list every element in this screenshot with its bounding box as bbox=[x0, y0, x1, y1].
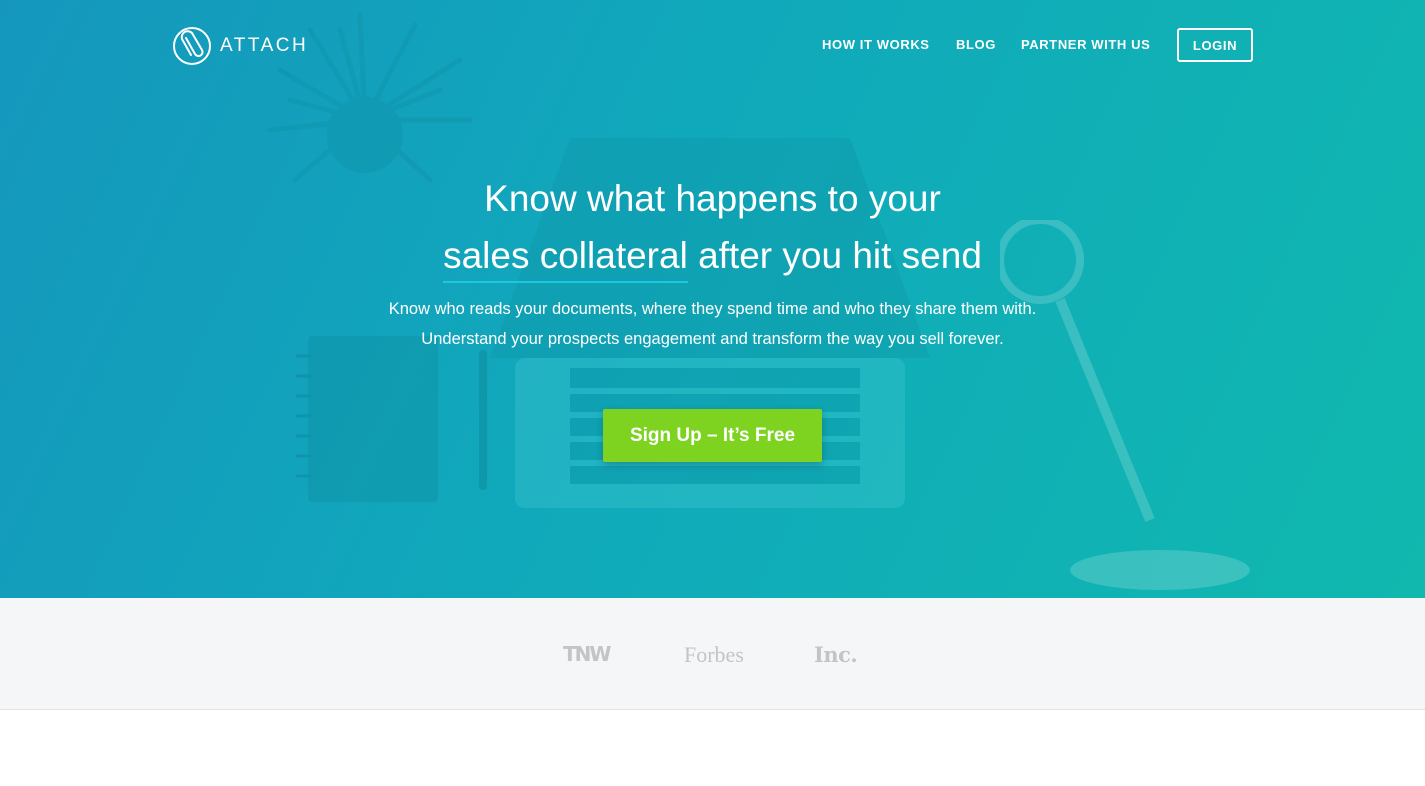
headline-rest: after you hit send bbox=[687, 235, 982, 276]
nav-partner-with-us[interactable]: PARTNER WITH US bbox=[1021, 37, 1150, 52]
press-logo-tnw: TNW bbox=[563, 642, 611, 666]
pen-decoration bbox=[479, 350, 487, 490]
notebook-decoration bbox=[296, 336, 438, 502]
headline-highlight: sales collateral bbox=[443, 235, 688, 283]
nav-how-it-works[interactable]: HOW IT WORKS bbox=[822, 37, 930, 52]
signup-button[interactable]: Sign Up – It’s Free bbox=[603, 409, 822, 462]
login-button[interactable]: LOGIN bbox=[1177, 28, 1253, 62]
hero-headline-line2: sales collateral after you hit send bbox=[0, 235, 1425, 283]
hero-section: ATTACH HOW IT WORKS BLOG PARTNER WITH US… bbox=[0, 0, 1425, 598]
press-bar: TNW Forbes Inc. bbox=[0, 598, 1425, 710]
press-logo-inc: Inc. bbox=[814, 642, 858, 667]
hero-subtext-line1: Know who reads your documents, where the… bbox=[388, 300, 1037, 318]
hero-headline-line1: Know what happens to your bbox=[484, 178, 941, 219]
top-navigation: HOW IT WORKS BLOG PARTNER WITH US LOGIN bbox=[0, 28, 1425, 62]
press-logo-forbes: Forbes bbox=[684, 642, 744, 667]
hero-subtext-line2: Understand your prospects engagement and… bbox=[421, 330, 1004, 348]
lamp-decoration bbox=[1000, 220, 1250, 590]
nav-blog[interactable]: BLOG bbox=[956, 37, 996, 52]
